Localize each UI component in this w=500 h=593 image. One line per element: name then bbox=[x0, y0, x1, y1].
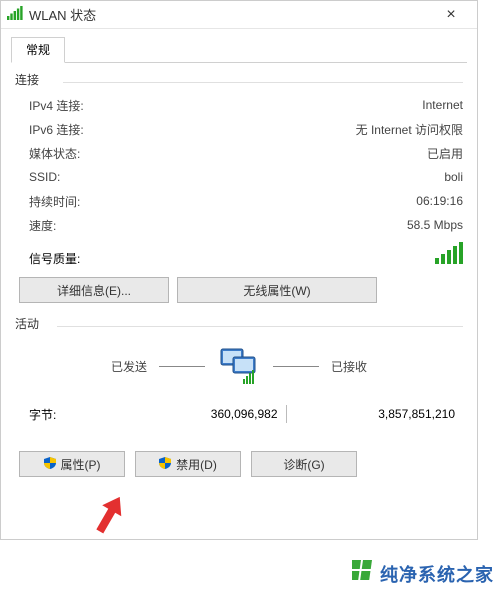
properties-button-label: 属性(P) bbox=[61, 456, 101, 473]
bottom-buttons: 属性(P) 禁用(D) 诊断(G) bbox=[19, 451, 459, 477]
tab-general[interactable]: 常规 bbox=[11, 37, 65, 63]
network-activity-icon bbox=[217, 345, 261, 388]
titlebar: WLAN 状态 × bbox=[1, 1, 477, 29]
wireless-properties-button[interactable]: 无线属性(W) bbox=[177, 277, 377, 303]
row-media: 媒体状态: 已启用 bbox=[15, 141, 463, 165]
watermark: 纯净系统之家 bbox=[352, 560, 494, 587]
bytes-row: 字节: 360,096,982 3,857,851,210 bbox=[15, 399, 463, 429]
wlan-status-window: WLAN 状态 × 常规 连接 IPv4 连接: Internet IPv6 连… bbox=[0, 0, 478, 540]
activity-header: 活动 bbox=[15, 315, 463, 332]
divider bbox=[63, 82, 463, 83]
speed-label: 速度: bbox=[29, 217, 56, 234]
activity-row: 已发送 已接收 bbox=[15, 343, 463, 389]
duration-value: 06:19:16 bbox=[416, 194, 463, 208]
row-ssid: SSID: boli bbox=[15, 165, 463, 189]
sent-label: 已发送 bbox=[111, 358, 147, 375]
disable-button-label: 禁用(D) bbox=[176, 456, 217, 473]
duration-label: 持续时间: bbox=[29, 193, 80, 210]
activity-section: 活动 已发送 bbox=[15, 315, 463, 477]
ssid-label: SSID: bbox=[29, 170, 60, 184]
row-ipv6: IPv6 连接: 无 Internet 访问权限 bbox=[15, 117, 463, 141]
disable-button[interactable]: 禁用(D) bbox=[135, 451, 241, 477]
tab-strip: 常规 bbox=[11, 37, 467, 63]
window-title: WLAN 状态 bbox=[29, 5, 431, 24]
ipv6-value: 无 Internet 访问权限 bbox=[356, 121, 463, 138]
ipv4-value: Internet bbox=[422, 98, 463, 112]
media-value: 已启用 bbox=[427, 145, 463, 162]
row-duration: 持续时间: 06:19:16 bbox=[15, 189, 463, 213]
row-signal: 信号质量: bbox=[15, 237, 463, 267]
signal-icon bbox=[7, 6, 23, 23]
connection-header: 连接 bbox=[15, 71, 463, 88]
speed-value: 58.5 Mbps bbox=[407, 218, 463, 232]
watermark-logo-icon bbox=[352, 560, 374, 587]
diagnose-button[interactable]: 诊断(G) bbox=[251, 451, 357, 477]
row-ipv4: IPv4 连接: Internet bbox=[15, 93, 463, 117]
connection-buttons: 详细信息(E)... 无线属性(W) bbox=[19, 277, 463, 303]
ipv4-label: IPv4 连接: bbox=[29, 97, 84, 114]
divider-line bbox=[273, 366, 319, 367]
bytes-received-value: 3,857,851,210 bbox=[287, 407, 464, 421]
bytes-label: 字节: bbox=[29, 406, 109, 423]
details-button[interactable]: 详细信息(E)... bbox=[19, 277, 169, 303]
properties-button[interactable]: 属性(P) bbox=[19, 451, 125, 477]
bytes-sent-value: 360,096,982 bbox=[109, 407, 286, 421]
ssid-value: boli bbox=[444, 170, 463, 184]
shield-icon bbox=[159, 457, 171, 472]
watermark-text: 纯净系统之家 bbox=[380, 561, 494, 587]
close-button[interactable]: × bbox=[431, 6, 471, 24]
shield-icon bbox=[44, 457, 56, 472]
ipv6-label: IPv6 连接: bbox=[29, 121, 84, 138]
divider bbox=[57, 326, 463, 327]
signal-label: 信号质量: bbox=[29, 250, 80, 267]
row-speed: 速度: 58.5 Mbps bbox=[15, 213, 463, 237]
signal-bars-icon bbox=[435, 242, 463, 267]
divider-line bbox=[159, 366, 205, 367]
media-label: 媒体状态: bbox=[29, 145, 80, 162]
panel: 连接 IPv4 连接: Internet IPv6 连接: 无 Internet… bbox=[15, 71, 463, 477]
received-label: 已接收 bbox=[331, 358, 367, 375]
